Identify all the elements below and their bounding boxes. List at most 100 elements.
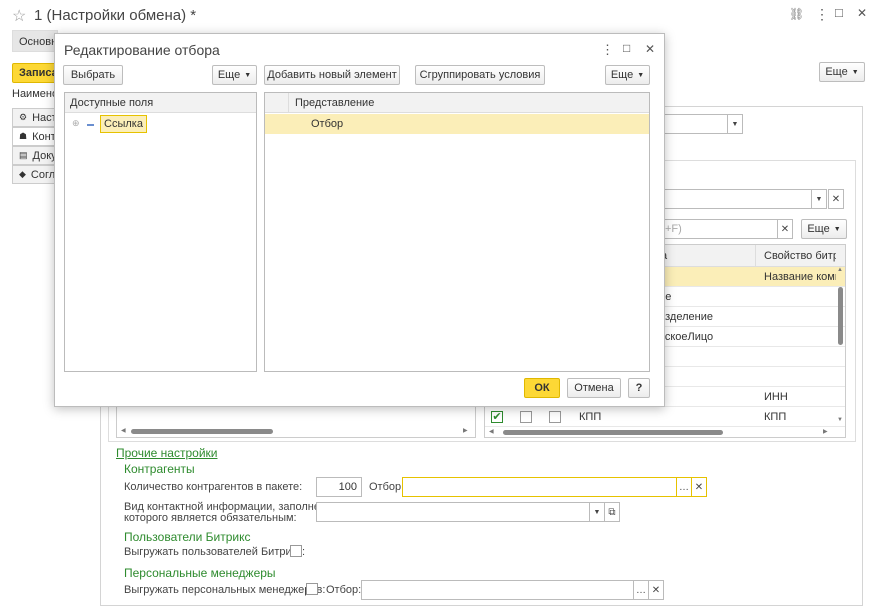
contact-info-select[interactable] (316, 502, 590, 522)
search-more-button[interactable]: Еще ▼ (801, 219, 847, 239)
filter-header-text: Представление (295, 97, 375, 109)
ok-button[interactable]: ОК (524, 378, 560, 398)
filter-select-button[interactable]: … (676, 477, 692, 497)
managers-checkbox[interactable] (306, 583, 318, 595)
right-more-button[interactable]: Еще ▼ (605, 65, 650, 85)
dialog-more-icon[interactable]: ⋮ (601, 42, 614, 58)
row-col2: КПП (764, 411, 787, 423)
side-tab-label: Наст (32, 111, 57, 124)
scroll-left-arrow[interactable]: ◀ (489, 428, 494, 435)
close-window-icon[interactable]: ✕ (857, 6, 867, 20)
hscroll-thumb[interactable] (503, 430, 723, 435)
contact-info-label-2: которого является обязательным: (124, 512, 297, 524)
close-icon: ✕ (831, 193, 841, 205)
search-placeholder: +F) (665, 223, 682, 235)
filter-label: Отбор: (369, 481, 405, 493)
contractors-header: Контрагенты (124, 462, 195, 476)
right-select-field[interactable] (660, 189, 812, 209)
close-icon: ✕ (694, 481, 704, 493)
available-fields-header-text: Доступные поля (70, 97, 154, 109)
managers-filter-input[interactable] (361, 580, 634, 600)
filter-clear-button[interactable]: ✕ (691, 477, 707, 497)
side-tab-agreements[interactable]: ◆ Согл (12, 165, 58, 184)
scroll-right-arrow[interactable]: ▶ (823, 428, 828, 435)
table-hscroll[interactable]: ◀ ▶ (485, 427, 837, 437)
main-more-button[interactable]: Еще ▼ (819, 62, 865, 82)
main-select-dropdown[interactable]: ▼ (727, 114, 743, 134)
scroll-left-arrow[interactable]: ◀ (121, 427, 126, 434)
add-element-label: Добавить новый элемент (267, 69, 397, 81)
link-icon[interactable]: ⛓ (789, 7, 804, 21)
ok-label: ОК (534, 382, 550, 394)
scroll-right-arrow[interactable]: ▶ (463, 427, 468, 434)
group-conditions-button[interactable]: Сгруппировать условия (415, 65, 545, 85)
table-vscroll[interactable]: ▲ ▼ (837, 267, 845, 427)
side-tab-label: Конт (32, 130, 56, 143)
scroll-up-arrow[interactable]: ▲ (837, 267, 843, 273)
contact-info-dropdown[interactable]: ▼ (589, 502, 605, 522)
chevron-down-icon: ▼ (833, 225, 841, 233)
left-more-button[interactable]: Еще ▼ (212, 65, 257, 85)
chevron-down-icon: ▼ (244, 71, 252, 79)
add-element-button[interactable]: Добавить новый элемент (264, 65, 400, 85)
maximize-icon[interactable]: □ (835, 5, 843, 20)
managers-header: Персональные менеджеры (124, 566, 276, 580)
favorite-star-icon[interactable]: ☆ (12, 6, 26, 26)
tab-main[interactable]: Основн (12, 30, 58, 52)
scroll-down-arrow[interactable]: ▼ (837, 417, 843, 423)
bitrix-users-checkbox[interactable] (290, 545, 302, 557)
contact-info-open[interactable]: ⧉ (604, 502, 620, 522)
row-col1: КПП (579, 411, 602, 423)
search-input[interactable]: +F) (660, 219, 778, 239)
chevron-down-icon: ▼ (593, 508, 601, 516)
contractors-count-label: Количество контрагентов в пакете: (124, 481, 303, 493)
more-menu-icon[interactable]: ⋮ (815, 6, 829, 23)
select-button[interactable]: Выбрать (63, 65, 123, 85)
filter-header: Представление (265, 93, 649, 113)
managers-filter-select[interactable]: … (633, 580, 649, 600)
managers-filter-clear[interactable]: ✕ (648, 580, 664, 600)
available-field-label: Ссылка (104, 118, 143, 130)
contractors-count-input[interactable]: 100 (316, 477, 362, 497)
row-checkbox[interactable] (520, 411, 532, 423)
save-button-label: Записа (19, 67, 58, 79)
right-select-dropdown[interactable]: ▼ (811, 189, 827, 209)
side-tab-label: Согл (30, 168, 56, 181)
side-tab-documents[interactable]: ▤ Доку (12, 146, 58, 165)
side-tab-contractors[interactable]: ☗ Конт (12, 127, 58, 146)
managers-label: Выгружать персональных менеджеров: (124, 584, 326, 596)
save-button[interactable]: Записа (12, 63, 58, 83)
window-title: 1 (Настройки обмена) * (34, 7, 197, 24)
other-settings-link[interactable]: Прочие настройки (116, 446, 217, 460)
search-more-label: Еще (807, 223, 830, 235)
side-tab-settings[interactable]: ⚙ Наст (12, 108, 58, 127)
left-hscroll[interactable]: ◀ ▶ (117, 426, 475, 436)
name-label: Наименов (12, 88, 58, 100)
chevron-down-icon: ▼ (637, 71, 645, 79)
main-select-field[interactable] (660, 114, 728, 134)
available-field-item[interactable]: Ссылка (100, 115, 147, 133)
bitrix-users-header: Пользователи Битрикс (124, 530, 251, 544)
cancel-button[interactable]: Отмена (567, 378, 621, 398)
dialog-maximize-icon[interactable]: □ (623, 41, 630, 55)
close-icon: ✕ (780, 223, 790, 235)
hscroll-thumb[interactable] (131, 429, 273, 434)
help-button[interactable]: ? (628, 378, 650, 398)
document-icon: ▤ (19, 150, 28, 160)
available-fields-header: Доступные поля (65, 93, 256, 113)
vscroll-thumb[interactable] (838, 287, 843, 345)
row-checkbox-checked[interactable]: ✔ (491, 411, 503, 423)
right-select-clear[interactable]: ✕ (828, 189, 844, 209)
ellipsis-icon: … (679, 481, 689, 493)
tree-expand-icon[interactable]: ⊕ (72, 118, 80, 129)
table-row[interactable]: ✔ КПП КПП (485, 407, 845, 427)
filter-row-selected[interactable]: Отбор (265, 114, 649, 134)
filter-edit-dialog: Редактирование отбора ⋮ □ ✕ Выбрать Еще ▼… (54, 33, 665, 407)
filter-input[interactable] (402, 477, 678, 497)
select-button-label: Выбрать (70, 69, 116, 81)
dialog-close-icon[interactable]: ✕ (645, 42, 655, 56)
available-fields-panel: Доступные поля ⊕ Ссылка (64, 92, 257, 372)
row-checkbox[interactable] (549, 411, 561, 423)
search-clear[interactable]: ✕ (777, 219, 793, 239)
copy-icon: ⧉ (608, 506, 616, 518)
